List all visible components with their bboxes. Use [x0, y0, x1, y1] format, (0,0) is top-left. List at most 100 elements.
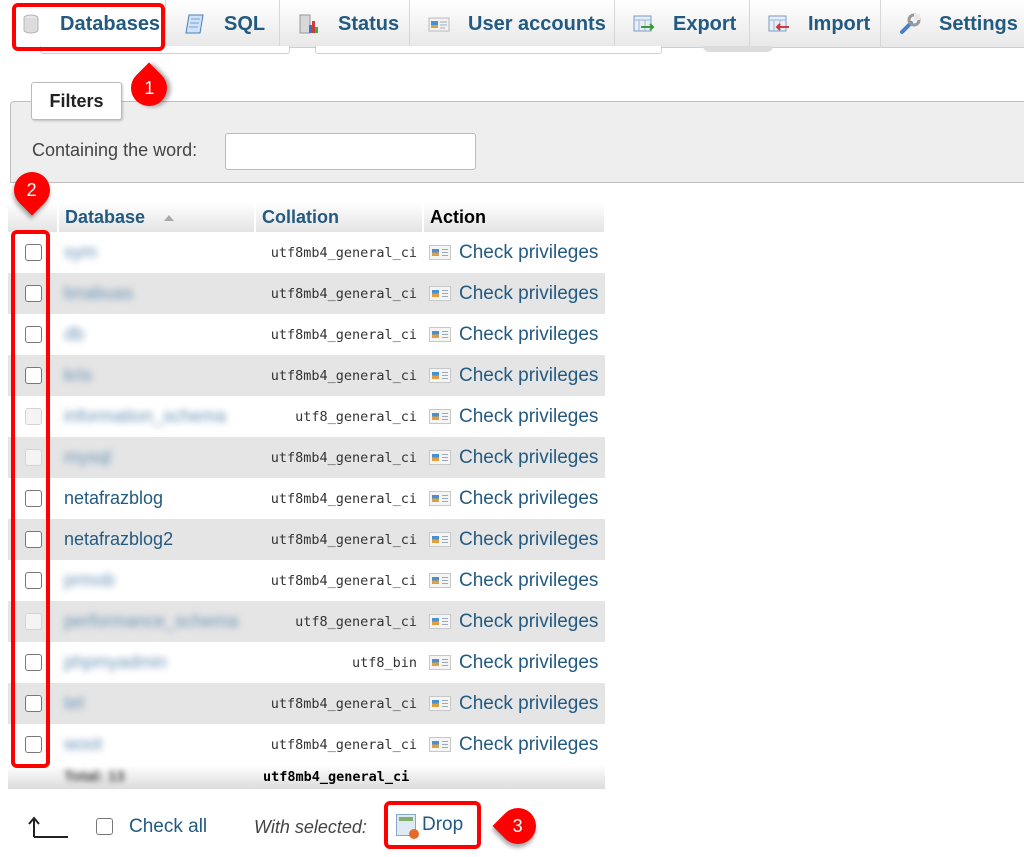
export-icon — [633, 13, 655, 35]
database-name-link[interactable]: sym — [64, 242, 97, 262]
check-privileges-link[interactable]: Check privileges — [459, 611, 598, 632]
database-name-link[interactable]: woot — [64, 734, 102, 754]
row-checkbox-cell — [8, 478, 58, 519]
tab-label: Import — [808, 12, 871, 35]
action-cell: Check privileges — [423, 642, 605, 683]
action-cell: Check privileges — [423, 355, 605, 396]
drop-table-icon — [396, 814, 419, 839]
table-row: bnabuas utf8mb4_general_ci Check privile… — [8, 273, 605, 314]
user-card-icon — [429, 737, 451, 752]
database-cell: db — [58, 314, 255, 355]
user-card-icon — [429, 614, 451, 629]
check-all-checkbox[interactable] — [96, 818, 113, 835]
header-collation[interactable]: Collation — [255, 202, 424, 232]
callout-marker-3: 3 — [492, 800, 544, 852]
tab-import[interactable]: Import — [750, 0, 881, 48]
totals-blank — [423, 765, 605, 789]
row-checkbox — [24, 448, 42, 466]
database-name-link[interactable]: prmob — [64, 570, 115, 590]
tab-user-accounts[interactable]: User accounts — [410, 0, 615, 48]
tab-label: Settings — [939, 12, 1018, 35]
filters-legend: Filters — [31, 82, 122, 120]
database-cell: mysql — [58, 437, 255, 478]
collation-cell: utf8mb4_general_ci — [255, 437, 423, 478]
check-privileges-link[interactable]: Check privileges — [459, 283, 598, 304]
collation-cell: utf8mb4_general_ci — [255, 683, 423, 724]
row-checkbox[interactable] — [24, 366, 42, 384]
check-privileges-link[interactable]: Check privileges — [459, 693, 598, 714]
tab-label: SQL — [224, 12, 266, 35]
row-checkbox[interactable] — [24, 489, 42, 507]
database-name-link[interactable]: netafrazblog — [64, 488, 163, 508]
row-checkbox-cell — [8, 642, 58, 683]
table-header-row: Database Collation Action — [8, 202, 606, 232]
tab-sql[interactable]: SQL — [166, 0, 280, 48]
table-row: woot utf8mb4_general_ci Check privileges — [8, 724, 605, 765]
table-row: sym utf8mb4_general_ci Check privileges — [8, 232, 605, 273]
database-name-link[interactable]: mysql — [64, 447, 111, 467]
row-checkbox[interactable] — [24, 694, 42, 712]
database-cell: information_schema — [58, 396, 255, 437]
database-icon — [20, 13, 42, 35]
database-name-link[interactable]: netafrazblog2 — [64, 529, 173, 549]
row-checkbox[interactable] — [24, 735, 42, 753]
row-checkbox[interactable] — [24, 284, 42, 302]
row-checkbox[interactable] — [24, 571, 42, 589]
header-database[interactable]: Database — [58, 202, 256, 232]
row-checkbox[interactable] — [24, 243, 42, 261]
check-all-label[interactable]: Check all — [129, 816, 207, 838]
row-checkbox — [24, 612, 42, 630]
database-name-link[interactable]: db — [64, 324, 84, 344]
check-privileges-link[interactable]: Check privileges — [459, 406, 598, 427]
user-card-icon — [429, 696, 451, 711]
tab-label: User accounts — [468, 12, 606, 35]
action-cell: Check privileges — [423, 560, 605, 601]
action-cell: Check privileges — [423, 232, 605, 273]
collation-cell: utf8mb4_general_ci — [255, 560, 423, 601]
row-checkbox[interactable] — [24, 653, 42, 671]
check-privileges-link[interactable]: Check privileges — [459, 324, 598, 345]
row-checkbox-cell — [8, 724, 58, 765]
database-name-link[interactable]: performance_schema — [64, 611, 238, 631]
row-checkbox[interactable] — [24, 325, 42, 343]
drop-button[interactable]: Drop — [396, 814, 463, 839]
database-name-link[interactable]: kris — [64, 365, 92, 385]
filter-input[interactable] — [225, 133, 476, 170]
table-row: netafrazblog2 utf8mb4_general_ci Check p… — [8, 519, 605, 560]
action-cell: Check privileges — [423, 724, 605, 765]
check-privileges-link[interactable]: Check privileges — [459, 488, 598, 509]
check-privileges-link[interactable]: Check privileges — [459, 365, 598, 386]
user-card-icon — [429, 245, 451, 260]
database-name-link[interactable]: tet — [64, 693, 84, 713]
check-privileges-link[interactable]: Check privileges — [459, 242, 598, 263]
tab-export[interactable]: Export — [615, 0, 750, 48]
action-cell: Check privileges — [423, 683, 605, 724]
action-cell: Check privileges — [423, 314, 605, 355]
database-cell: tet — [58, 683, 255, 724]
with-selected-label: With selected: — [254, 817, 367, 837]
check-privileges-link[interactable]: Check privileges — [459, 447, 598, 468]
user-card-icon — [428, 13, 450, 35]
table-row: tet utf8mb4_general_ci Check privileges — [8, 683, 605, 724]
partial-form-control — [40, 46, 290, 54]
row-checkbox[interactable] — [24, 530, 42, 548]
database-name-link[interactable]: bnabuas — [64, 283, 133, 303]
database-cell: kris — [58, 355, 255, 396]
collation-cell: utf8_general_ci — [255, 396, 423, 437]
database-name-link[interactable]: phpmyadmin — [64, 652, 167, 672]
tab-settings[interactable]: Settings — [881, 0, 1024, 48]
table-row: information_schema utf8_general_ci Check… — [8, 396, 605, 437]
user-card-icon — [429, 491, 451, 506]
status-chart-icon — [298, 13, 320, 35]
database-name-link[interactable]: information_schema — [64, 406, 226, 426]
check-privileges-link[interactable]: Check privileges — [459, 529, 598, 550]
tab-status[interactable]: Status — [280, 0, 410, 48]
tab-databases[interactable]: Databases — [0, 0, 166, 48]
collation-cell: utf8_general_ci — [255, 601, 423, 642]
check-privileges-link[interactable]: Check privileges — [459, 734, 598, 755]
action-cell: Check privileges — [423, 519, 605, 560]
row-checkbox-cell — [8, 519, 58, 560]
check-privileges-link[interactable]: Check privileges — [459, 652, 598, 673]
table-row: performance_schema utf8_general_ci Check… — [8, 601, 605, 642]
check-privileges-link[interactable]: Check privileges — [459, 570, 598, 591]
